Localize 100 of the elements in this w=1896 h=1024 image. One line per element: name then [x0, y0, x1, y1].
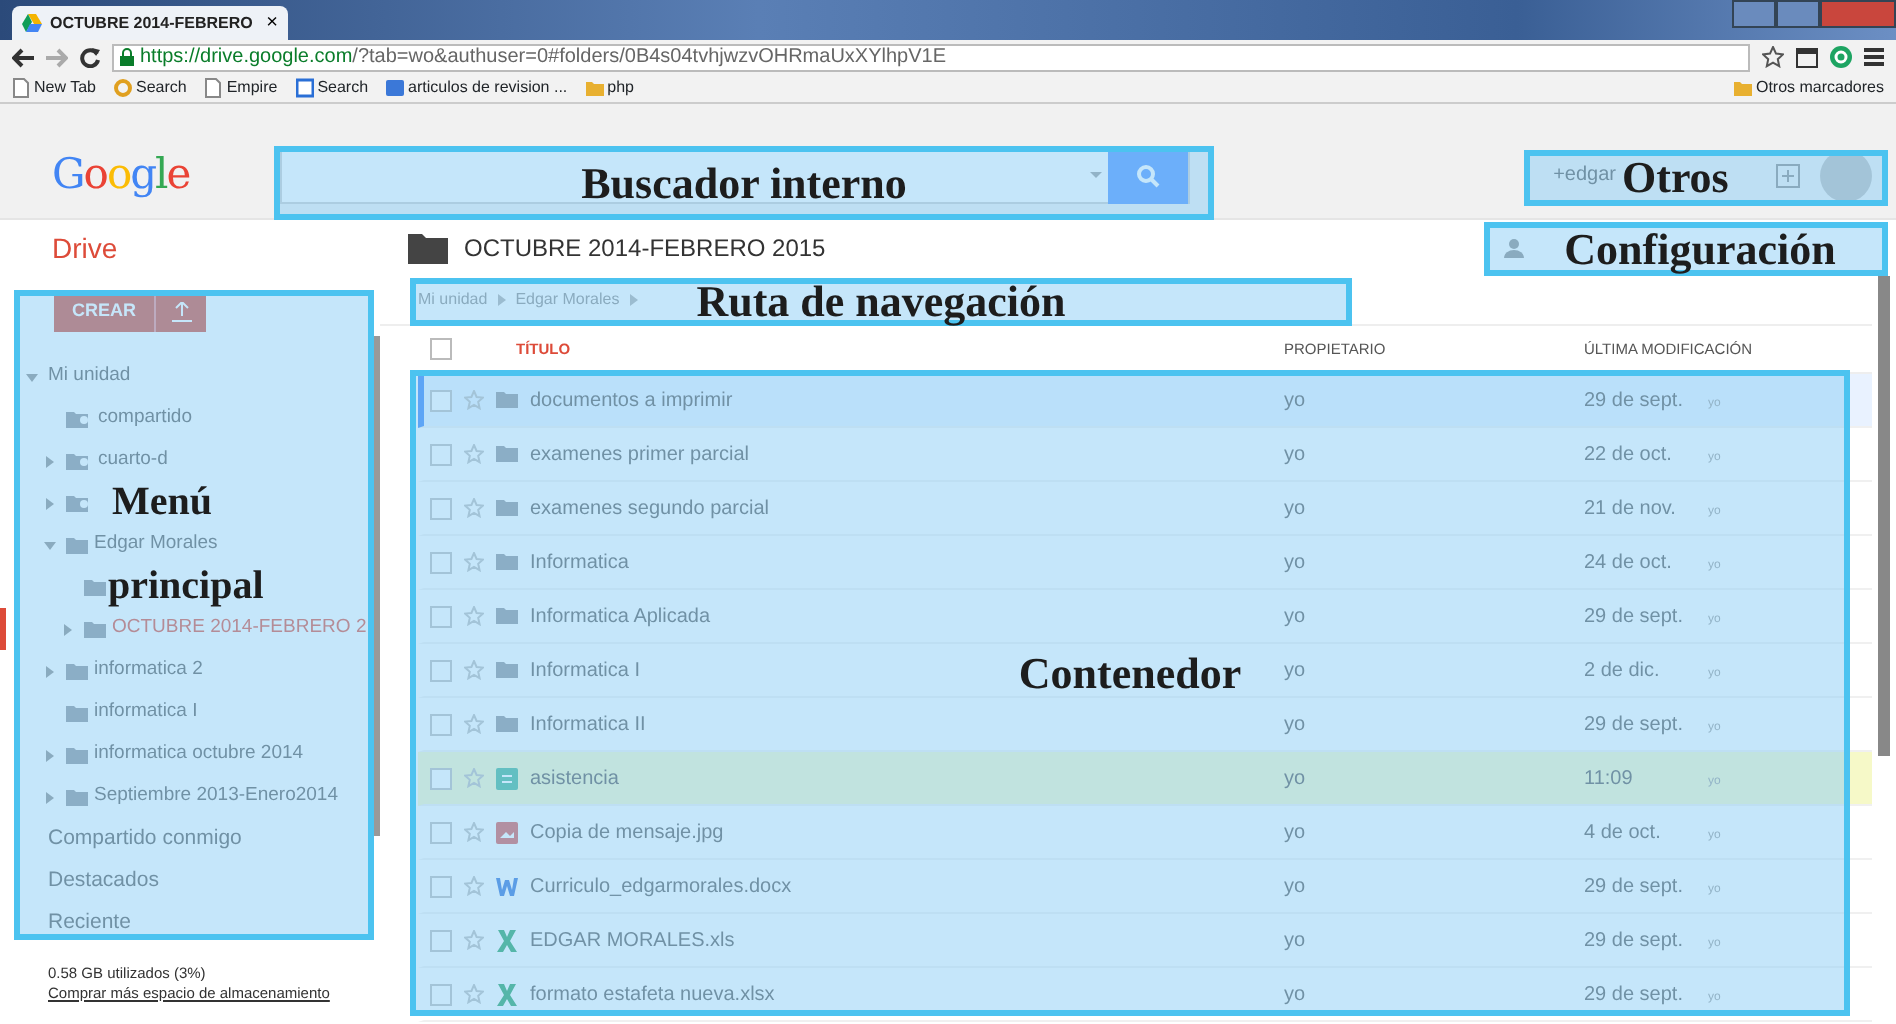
tree-item[interactable]: Edgar Morales [0, 524, 218, 566]
folder-icon [66, 535, 88, 555]
row-checkbox[interactable] [430, 497, 452, 519]
tree-item[interactable]: Septiembre 2013-Enero2014 [0, 776, 339, 818]
row-checkbox[interactable] [430, 767, 452, 789]
star-icon[interactable] [1762, 46, 1784, 68]
bookmark-link[interactable]: New Tab [12, 76, 96, 100]
modified-date: 29 de sept. [1584, 389, 1683, 411]
star-icon[interactable] [464, 660, 484, 680]
star-icon[interactable] [464, 876, 484, 896]
reload-icon[interactable] [80, 47, 100, 67]
collapsed-arrow-icon[interactable] [44, 791, 56, 803]
row-checkbox[interactable] [430, 821, 452, 843]
bookmark-link[interactable]: Search [295, 76, 369, 100]
file-name[interactable]: formato estafeta nueva.xlsx [530, 979, 775, 1009]
star-icon[interactable] [464, 444, 484, 464]
close-tab-button[interactable]: × [266, 13, 278, 33]
file-name[interactable]: Informatica [530, 547, 629, 577]
collapsed-arrow-icon[interactable] [44, 455, 56, 467]
sidebar-link[interactable]: Destacados [0, 860, 364, 902]
app-name: Drive [50, 229, 120, 267]
star-icon[interactable] [464, 822, 484, 842]
search-field[interactable] [280, 147, 1190, 203]
search-button[interactable] [1108, 147, 1188, 203]
row-checkbox[interactable] [430, 929, 452, 951]
row-checkbox[interactable] [430, 605, 452, 627]
scrollbar[interactable] [1878, 276, 1890, 756]
bookmark-link[interactable]: Empire [204, 76, 278, 100]
row-checkbox[interactable] [430, 875, 452, 897]
star-icon[interactable] [464, 984, 484, 1004]
file-name[interactable]: Informatica I [530, 655, 641, 685]
row-checkbox[interactable] [430, 983, 452, 1005]
star-icon[interactable] [464, 498, 484, 518]
bookmark-link[interactable]: php [585, 76, 634, 100]
row-checkbox[interactable] [430, 389, 452, 411]
expanded-arrow-icon[interactable] [26, 371, 38, 383]
window-icon[interactable] [1796, 47, 1818, 67]
collapsed-arrow-icon[interactable] [44, 749, 56, 761]
maximize-button[interactable] [1776, 0, 1820, 28]
extension-icon[interactable] [1830, 46, 1852, 68]
minimize-button[interactable] [1732, 0, 1776, 28]
tree-item[interactable]: informatica I [0, 692, 198, 734]
star-icon[interactable] [464, 930, 484, 950]
folder-icon [66, 787, 88, 807]
collapsed-arrow-icon[interactable] [62, 623, 74, 635]
browser-tab[interactable]: OCTUBRE 2014-FEBRERO × [12, 6, 288, 40]
upload-button[interactable] [154, 292, 206, 332]
tree-item[interactable]: cuarto-d [0, 440, 168, 482]
row-checkbox[interactable] [430, 551, 452, 573]
collapsed-arrow-icon[interactable] [44, 497, 56, 509]
collapsed-arrow-icon[interactable] [44, 665, 56, 677]
star-icon[interactable] [464, 390, 484, 410]
file-name[interactable]: Informatica II [530, 709, 646, 739]
breadcrumb-link[interactable]: Mi unidad [418, 288, 488, 312]
select-all-checkbox[interactable] [430, 338, 452, 360]
create-button[interactable]: CREAR [54, 292, 154, 332]
row-checkbox[interactable] [430, 659, 452, 681]
expanded-arrow-icon[interactable] [44, 539, 56, 551]
row-checkbox[interactable] [430, 713, 452, 735]
bookmark-link[interactable]: articulos de revision ... [386, 76, 568, 100]
forward-icon[interactable] [46, 47, 68, 67]
sidebar-link[interactable]: Compartido conmigo [0, 818, 364, 860]
back-icon[interactable] [12, 47, 34, 67]
owner-cell: yo [1284, 605, 1306, 627]
breadcrumb-link[interactable]: Edgar Morales [515, 288, 620, 312]
share-icon[interactable] [1776, 163, 1800, 187]
bookmark-link[interactable]: Search [113, 76, 187, 100]
tree-item[interactable]: compartido [0, 398, 192, 440]
scrollbar[interactable] [368, 336, 380, 836]
file-name[interactable]: examenes segundo parcial [530, 493, 770, 523]
menu-icon[interactable] [1864, 48, 1884, 66]
star-icon[interactable] [464, 606, 484, 626]
file-name[interactable]: Copia de mensaje.jpg [530, 817, 724, 847]
folder-icon [496, 659, 518, 681]
owner-cell: yo [1284, 929, 1306, 951]
page-icon [12, 78, 30, 98]
tree-item[interactable]: informatica octubre 2014 [0, 734, 304, 776]
star-icon[interactable] [464, 714, 484, 734]
file-name[interactable]: Informatica Aplicada [530, 601, 711, 631]
person-icon[interactable] [1504, 238, 1524, 258]
circle-icon [113, 78, 132, 98]
star-icon[interactable] [464, 552, 484, 572]
file-name[interactable]: documentos a imprimir [530, 385, 733, 415]
file-name[interactable]: asistencia [530, 763, 619, 793]
modified-date: 21 de nov. [1584, 497, 1676, 519]
row-checkbox[interactable] [430, 443, 452, 465]
close-window-button[interactable] [1820, 0, 1896, 28]
file-name[interactable]: Curriculo_edgarmorales.docx [530, 871, 792, 901]
sidebar-link[interactable]: Reciente [0, 902, 364, 944]
bookmark-folder-link[interactable]: Otros marcadores [1733, 76, 1884, 100]
tree-item[interactable]: Mi unidad [0, 356, 131, 398]
folder-icon [496, 713, 518, 735]
file-name[interactable]: EDGAR MORALES.xls [530, 925, 735, 955]
address-bar[interactable]: https://drive.google.com/?tab=wo&authuser=0#folders/0B4s04tvhjwzvOHRmaUxXYlhpV1E [112, 43, 1750, 71]
tree-item[interactable]: informatica 2 [0, 650, 203, 692]
star-icon[interactable] [464, 768, 484, 788]
user-link[interactable]: +edgar [1553, 160, 1616, 190]
owner-cell: yo [1284, 713, 1306, 735]
shared-folder-icon [66, 493, 92, 513]
file-name[interactable]: examenes primer parcial [530, 439, 749, 469]
